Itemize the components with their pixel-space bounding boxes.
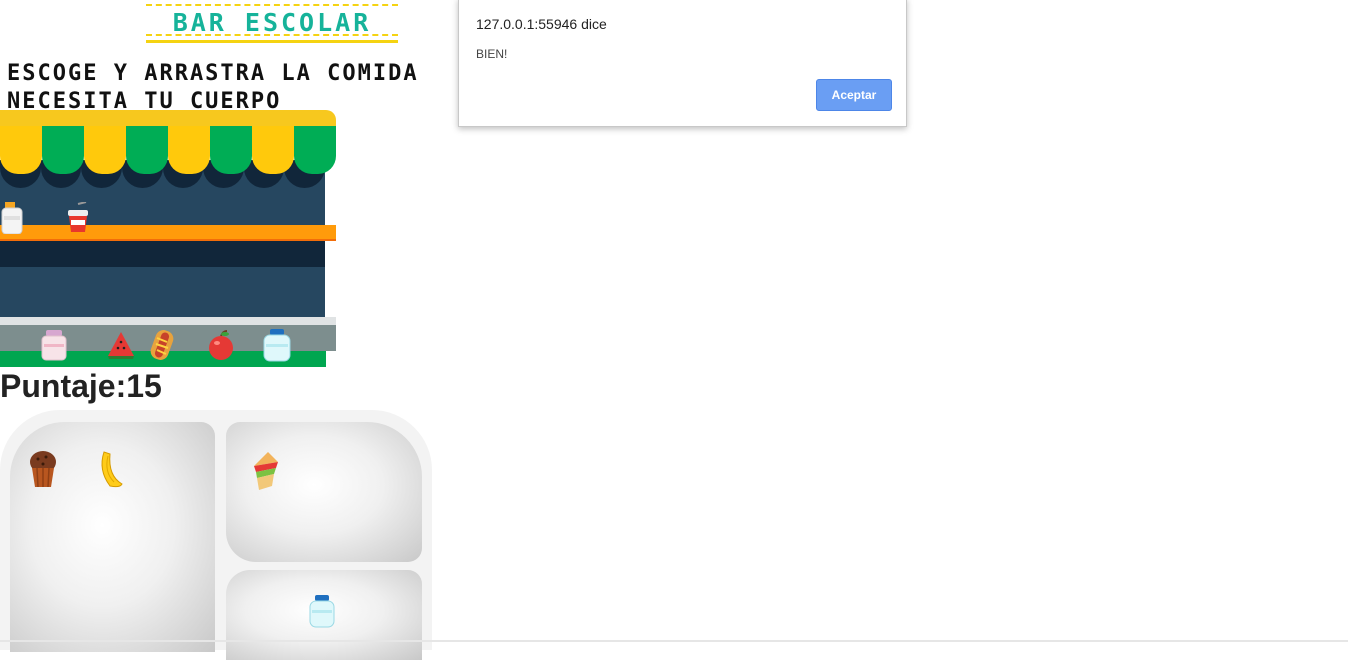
shelf-shadow — [0, 241, 325, 267]
score: Puntaje:15 — [0, 368, 162, 405]
instructions-line-1: ESCOGE Y ARRASTRA LA COMIDA — [7, 61, 419, 86]
tray-compartment-bottom-right[interactable] — [226, 570, 422, 660]
dialog-origin: 127.0.0.1:55946 dice — [476, 16, 607, 32]
tray-compartment-top-right[interactable] — [226, 422, 422, 562]
milk-bottle-icon[interactable] — [0, 202, 24, 234]
page-title: BAR ESCOLAR — [172, 8, 372, 37]
dialog-message: BIEN! — [476, 47, 508, 61]
water-bottle-icon[interactable] — [262, 328, 292, 362]
banana-icon[interactable] — [96, 450, 124, 490]
title-banner: BAR ESCOLAR — [146, 0, 398, 43]
shelf — [0, 225, 336, 241]
accept-button[interactable]: Aceptar — [816, 79, 892, 111]
juice-cup-icon[interactable] — [64, 202, 92, 234]
water-bottle-icon[interactable] — [308, 594, 336, 628]
sandwich-icon[interactable] — [250, 450, 280, 492]
lunch-tray — [0, 410, 432, 660]
awning-top-bar — [0, 110, 336, 126]
pink-yogurt-jar-icon[interactable] — [40, 328, 68, 362]
tray-compartment-left[interactable] — [10, 422, 215, 652]
muffin-icon[interactable] — [28, 450, 58, 488]
counter-top — [0, 317, 336, 325]
hotdog-icon[interactable] — [148, 328, 176, 362]
instructions: ESCOGE Y ARRASTRA LA COMIDA NECESITA TU … — [7, 60, 477, 116]
apple-icon[interactable] — [206, 330, 236, 362]
watermelon-icon[interactable] — [106, 330, 136, 360]
score-value: 15 — [126, 368, 162, 404]
alert-dialog: 127.0.0.1:55946 dice BIEN! Aceptar — [458, 0, 907, 127]
awning — [0, 126, 336, 174]
snack-bar-store — [0, 110, 336, 370]
score-label: Puntaje: — [0, 368, 127, 404]
